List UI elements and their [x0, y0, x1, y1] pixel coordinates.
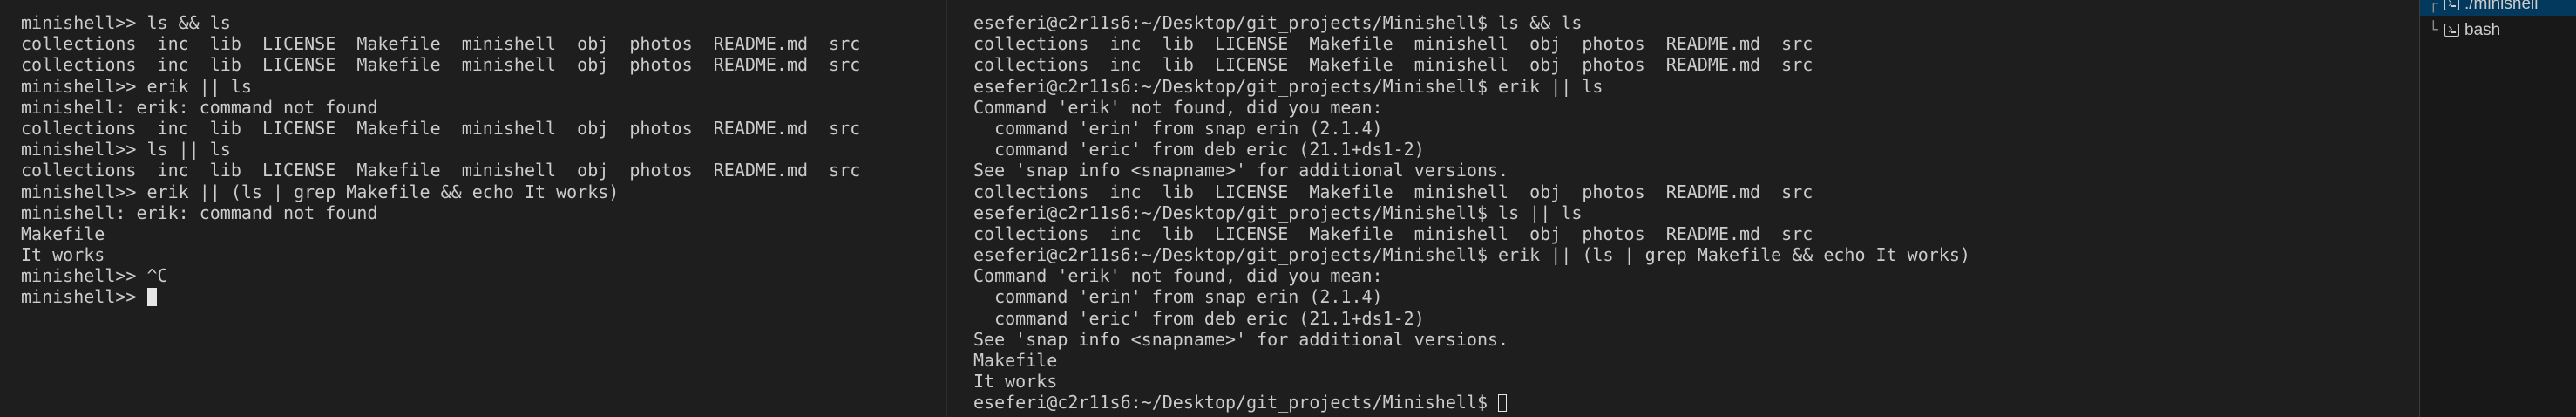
left-terminal-prompt: minishell>> [21, 286, 147, 308]
left-terminal-output-line: minishell: erik: command not found [21, 202, 378, 223]
right-terminal-cursor [1498, 394, 1508, 413]
terminal-tab-label: bash [2464, 21, 2501, 39]
left-terminal-pane[interactable]: minishell>> ls && ls collections inc lib … [0, 0, 946, 417]
terminal-tabs-list: ┌ ./minishell └ bash [2420, 0, 2576, 417]
tree-connector-icon: └ [2429, 21, 2438, 39]
right-terminal-output-line: command 'eric' from deb eric (21.1+ds1-2… [973, 307, 1425, 329]
right-terminal-output-line: See 'snap info <snapname>' for additiona… [973, 328, 1509, 350]
tree-connector-icon: ┌ [2429, 0, 2438, 13]
right-terminal-pane[interactable]: eseferi@c2r11s6:~/Desktop/git_projects/M… [947, 0, 2419, 417]
right-terminal-output-line: collections inc lib LICENSE Makefile min… [973, 222, 1813, 244]
right-terminal-output-line: command 'eric' from deb eric (21.1+ds1-2… [973, 139, 1425, 161]
right-terminal-prompt-line[interactable]: eseferi@c2r11s6:~/Desktop/git_projects/M… [973, 392, 2419, 413]
left-terminal-output: minishell>> ls && ls collections inc lib … [21, 12, 946, 286]
left-terminal-output-line: minishell>> ls && ls [21, 12, 231, 33]
left-terminal-output-line: minishell>> erik || ls [21, 75, 252, 97]
left-terminal-output-line: It works [21, 244, 105, 266]
terminal-tab-label: ./minishell [2464, 0, 2539, 13]
terminal-icon [2444, 0, 2459, 10]
left-terminal-output-line: minishell: erik: command not found [21, 96, 378, 118]
right-terminal-output-line: See 'snap info <snapname>' for additiona… [973, 160, 1509, 181]
right-terminal-output-line: Command 'erik' not found, did you mean: [973, 96, 1383, 118]
terminal-tab-bash[interactable]: └ bash [2420, 16, 2576, 45]
right-terminal-prompt: eseferi@c2r11s6:~/Desktop/git_projects/M… [973, 392, 1499, 414]
right-terminal-output-line: Makefile [973, 350, 1058, 371]
left-terminal-cursor [146, 288, 157, 307]
right-terminal-output-line: collections inc lib LICENSE Makefile min… [973, 181, 1813, 202]
left-terminal-prompt-line[interactable]: minishell>> [21, 286, 946, 307]
right-terminal-output-line: Command 'erik' not found, did you mean: [973, 265, 1383, 287]
left-terminal-output-line: minishell>> ls || ls [21, 139, 231, 161]
right-terminal-output-line: collections inc lib LICENSE Makefile min… [973, 54, 1813, 76]
right-terminal-output-line: eseferi@c2r11s6:~/Desktop/git_projects/M… [973, 75, 1603, 97]
terminal-tab-minishell[interactable]: ┌ ./minishell [2420, 0, 2576, 16]
right-terminal-output: eseferi@c2r11s6:~/Desktop/git_projects/M… [973, 12, 2419, 392]
left-terminal-output-line: minishell>> ^C [21, 265, 168, 287]
left-terminal-output-line: minishell>> erik || (ls | grep Makefile … [21, 181, 620, 202]
right-terminal-output-line: eseferi@c2r11s6:~/Desktop/git_projects/M… [973, 202, 1583, 223]
right-terminal-output-line: command 'erin' from snap erin (2.1.4) [973, 117, 1383, 139]
right-terminal-output-line: eseferi@c2r11s6:~/Desktop/git_projects/M… [973, 244, 1970, 266]
right-terminal-output-line: command 'erin' from snap erin (2.1.4) [973, 286, 1383, 308]
right-terminal-output-line: collections inc lib LICENSE Makefile min… [973, 33, 1813, 55]
left-terminal-output-line: collections inc lib LICENSE Makefile min… [21, 54, 861, 76]
left-terminal-output-line: Makefile [21, 222, 105, 244]
left-terminal-output-line: collections inc lib LICENSE Makefile min… [21, 160, 861, 181]
terminal-icon [2444, 24, 2459, 37]
left-terminal-output-line: collections inc lib LICENSE Makefile min… [21, 117, 861, 139]
right-terminal-output-line: It works [973, 371, 1058, 393]
left-terminal-output-line: collections inc lib LICENSE Makefile min… [21, 33, 861, 55]
right-terminal-output-line: eseferi@c2r11s6:~/Desktop/git_projects/M… [973, 12, 1583, 33]
